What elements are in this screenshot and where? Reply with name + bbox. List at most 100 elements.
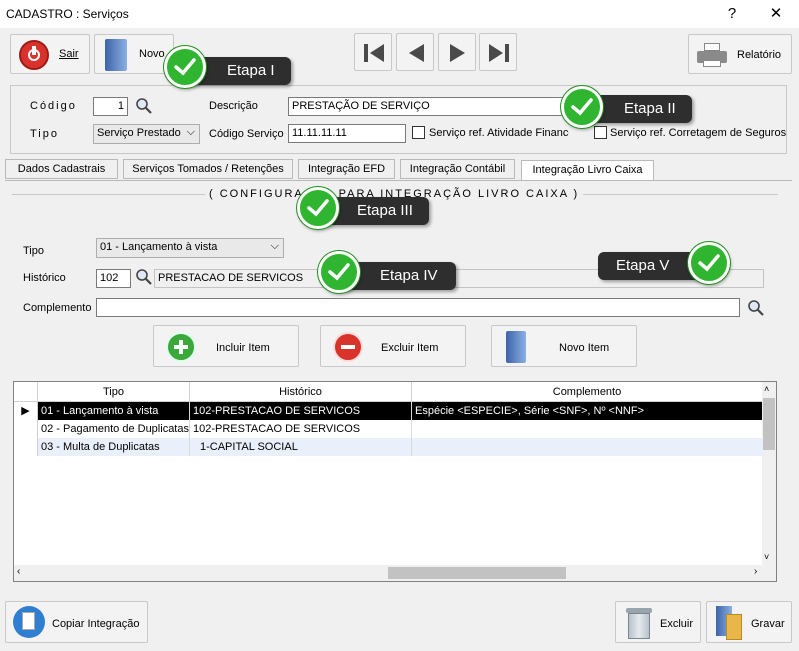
tipo-select[interactable]: Serviço Prestado ⌵ (93, 124, 200, 144)
gravar-label: Gravar (751, 618, 785, 630)
lc-tipo-select[interactable]: 01 - Lançamento à vista ⌵ (96, 238, 284, 258)
save-folder-icon (716, 606, 742, 640)
corretagem-checkbox[interactable] (594, 126, 607, 139)
sair-label: Sair (59, 48, 79, 60)
lc-tipo-value: 01 - Lançamento à vista (100, 241, 218, 253)
row-indicator (14, 420, 38, 438)
tipo-select-value: Serviço Prestado (97, 127, 181, 139)
codigo-servico-input[interactable]: 11.11.11.11 (288, 124, 406, 143)
checkmark-icon (297, 187, 339, 229)
last-icon (489, 44, 509, 62)
relatorio-button[interactable]: Relatório (688, 34, 792, 74)
prev-record-button[interactable] (396, 33, 434, 71)
vertical-scrollbar[interactable]: ˄ ˅ (762, 382, 776, 565)
lc-complemento-input[interactable] (96, 298, 740, 317)
next-record-button[interactable] (438, 33, 476, 71)
help-button[interactable]: ? (720, 4, 744, 24)
table-row[interactable]: 02 - Pagamento de Duplicatas 102-PRESTAC… (14, 420, 762, 438)
excluir-item-button[interactable]: Excluir Item (320, 325, 466, 367)
col-header-historico[interactable]: Histórico (190, 382, 412, 402)
tab-dados-cadastrais[interactable]: Dados Cadastrais (5, 159, 118, 179)
cell-historico: 102-PRESTACAO DE SERVICOS (190, 402, 412, 420)
first-record-button[interactable] (354, 33, 392, 71)
chevron-down-icon: ⌵ (270, 240, 279, 252)
tab-servicos-tomados[interactable]: Serviços Tomados / Retenções (123, 159, 293, 179)
codigo-label: Código (30, 100, 77, 112)
cell-tipo: 02 - Pagamento de Duplicatas (38, 420, 190, 438)
cell-complemento (412, 438, 762, 456)
novo-label: Novo (139, 48, 165, 60)
row-indicator (14, 438, 38, 456)
tab-integracao-contabil[interactable]: Integração Contábil (400, 159, 515, 179)
cell-tipo: 01 - Lançamento à vista (38, 402, 190, 420)
scroll-left-icon[interactable]: ‹ (17, 566, 20, 577)
sair-button[interactable]: Sair (10, 34, 90, 74)
tab-integracao-efd[interactable]: Integração EFD (298, 159, 395, 179)
descricao-input[interactable]: PRESTAÇÃO DE SERVIÇO (288, 97, 578, 116)
excluir-item-label: Excluir Item (381, 342, 439, 354)
folder-icon (506, 331, 526, 363)
table-row[interactable]: ▶ 01 - Lançamento à vista 102-PRESTACAO … (14, 402, 762, 420)
lc-historico-code-input[interactable]: 102 (96, 269, 131, 288)
search-icon[interactable] (746, 298, 766, 318)
incluir-item-label: Incluir Item (216, 342, 270, 354)
minus-icon (333, 332, 363, 362)
search-icon[interactable] (134, 267, 154, 287)
lc-complemento-label: Complemento (23, 302, 92, 314)
search-icon[interactable] (134, 96, 154, 116)
descricao-label: Descrição (209, 100, 258, 112)
incluir-item-button[interactable]: Incluir Item (153, 325, 299, 367)
close-button[interactable]: ✕ (764, 4, 788, 24)
checkmark-icon (318, 251, 360, 293)
codigo-input[interactable]: 1 (93, 97, 128, 116)
row-indicator-header (14, 382, 38, 402)
tab-integracao-livro-caixa[interactable]: Integração Livro Caixa (521, 160, 654, 181)
printer-icon (697, 43, 727, 67)
novo-button[interactable]: Novo (94, 34, 174, 74)
tipo-label: Tipo (30, 128, 59, 140)
col-header-complemento[interactable]: Complemento (412, 382, 762, 402)
plus-icon (166, 332, 196, 362)
cell-complemento: Espécie <ESPECIE>, Série <SNF>, Nº <NNF> (415, 405, 645, 417)
window-title: CADASTRO : Serviços (6, 7, 129, 21)
relatorio-label: Relatório (737, 49, 782, 61)
checkmark-icon (164, 46, 206, 88)
first-icon (364, 44, 384, 62)
lc-historico-label: Histórico (23, 272, 66, 284)
copiar-integracao-button[interactable]: Copiar Integração (5, 601, 148, 643)
folder-icon (105, 39, 127, 71)
gravar-button[interactable]: Gravar (706, 601, 792, 643)
integration-grid[interactable]: Tipo Histórico Complemento ▶ 01 - Lançam… (13, 381, 777, 582)
checkmark-icon (688, 242, 730, 284)
excluir-button[interactable]: Excluir (615, 601, 701, 643)
next-icon (450, 44, 465, 62)
copiar-integracao-label: Copiar Integração (52, 618, 140, 630)
power-icon (19, 40, 49, 70)
novo-item-label: Novo Item (559, 342, 610, 354)
tab-divider (5, 180, 792, 181)
scroll-down-icon[interactable]: ˅ (764, 552, 769, 562)
cell-tipo: 03 - Multa de Duplicatas (38, 438, 190, 456)
col-header-tipo[interactable]: Tipo (38, 382, 190, 402)
chevron-down-icon: ⌵ (186, 126, 195, 138)
codigo-servico-label: Código Serviço (209, 128, 284, 140)
cell-complemento (412, 420, 762, 438)
scroll-up-icon[interactable]: ˄ (764, 384, 769, 394)
checkmark-icon (561, 86, 603, 128)
corretagem-label: Serviço ref. Corretagem de Seguros (610, 127, 787, 139)
last-record-button[interactable] (479, 33, 517, 71)
copy-icon (13, 606, 45, 638)
title-bar: CADASTRO : Serviços ? ✕ (0, 0, 799, 28)
horizontal-scrollbar[interactable]: ‹ › (14, 565, 776, 581)
trash-icon (626, 606, 652, 640)
novo-item-button[interactable]: Novo Item (491, 325, 637, 367)
excluir-label: Excluir (660, 618, 694, 630)
atividade-label: Serviço ref. Atividade Financeira (429, 127, 569, 139)
row-pointer-icon: ▶ (14, 402, 38, 420)
prev-icon (409, 44, 424, 62)
table-row[interactable]: 03 - Multa de Duplicatas 1-CAPITAL SOCIA… (14, 438, 762, 456)
scroll-right-icon[interactable]: › (754, 566, 757, 577)
atividade-checkbox[interactable] (412, 126, 425, 139)
vertical-scroll-thumb[interactable] (763, 398, 775, 450)
horizontal-scroll-thumb[interactable] (388, 567, 566, 579)
